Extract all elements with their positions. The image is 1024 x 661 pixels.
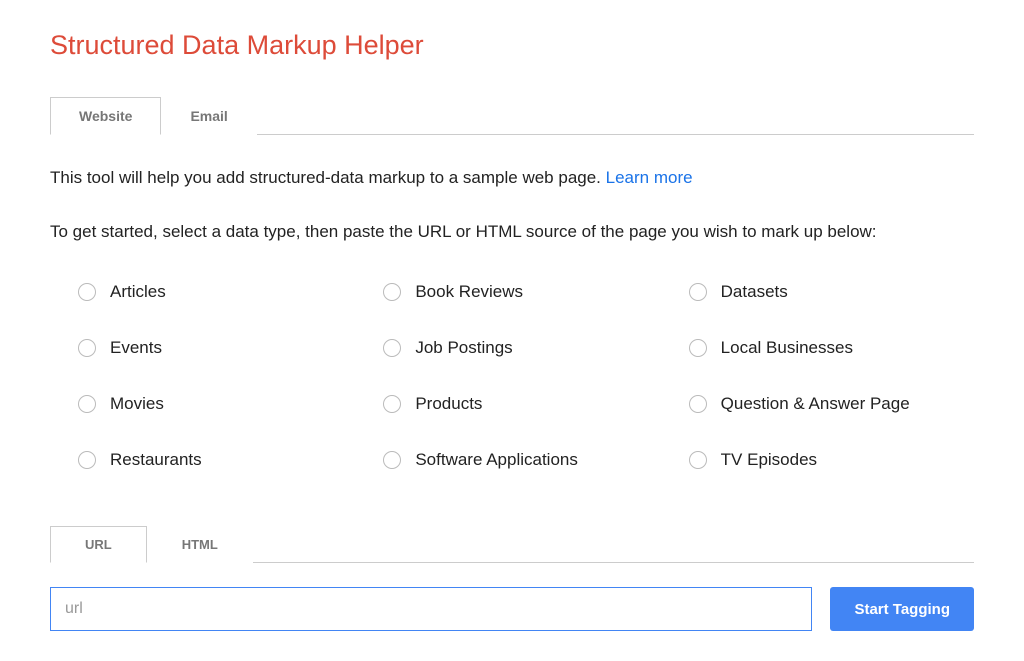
radio-icon	[383, 283, 401, 301]
radio-icon	[78, 395, 96, 413]
learn-more-link[interactable]: Learn more	[606, 168, 693, 187]
tab-website[interactable]: Website	[50, 97, 161, 135]
radio-label: Articles	[110, 282, 166, 302]
radio-software-applications[interactable]: Software Applications	[383, 450, 668, 470]
radio-events[interactable]: Events	[78, 338, 363, 358]
radio-local-businesses[interactable]: Local Businesses	[689, 338, 974, 358]
radio-label: Book Reviews	[415, 282, 523, 302]
radio-datasets[interactable]: Datasets	[689, 282, 974, 302]
radio-icon	[78, 451, 96, 469]
tab-email[interactable]: Email	[161, 97, 256, 135]
radio-label: Local Businesses	[721, 338, 853, 358]
radio-label: Movies	[110, 394, 164, 414]
radio-icon	[383, 395, 401, 413]
radio-icon	[78, 339, 96, 357]
radio-job-postings[interactable]: Job Postings	[383, 338, 668, 358]
radio-icon	[689, 339, 707, 357]
radio-label: Products	[415, 394, 482, 414]
input-mode-tabs: URL HTML	[50, 525, 974, 563]
radio-icon	[689, 283, 707, 301]
input-row: Start Tagging	[50, 587, 974, 631]
radio-movies[interactable]: Movies	[78, 394, 363, 414]
url-input[interactable]	[50, 587, 812, 631]
page-title: Structured Data Markup Helper	[50, 30, 974, 61]
tab-html[interactable]: HTML	[147, 526, 253, 563]
radio-label: Software Applications	[415, 450, 578, 470]
radio-label: Restaurants	[110, 450, 202, 470]
tab-url[interactable]: URL	[50, 526, 147, 563]
radio-label: Job Postings	[415, 338, 512, 358]
radio-label: TV Episodes	[721, 450, 817, 470]
radio-icon	[78, 283, 96, 301]
radio-restaurants[interactable]: Restaurants	[78, 450, 363, 470]
radio-label: Events	[110, 338, 162, 358]
start-tagging-button[interactable]: Start Tagging	[830, 587, 974, 631]
intro-text: This tool will help you add structured-d…	[50, 165, 974, 191]
radio-products[interactable]: Products	[383, 394, 668, 414]
radio-label: Question & Answer Page	[721, 394, 910, 414]
radio-book-reviews[interactable]: Book Reviews	[383, 282, 668, 302]
radio-qa-page[interactable]: Question & Answer Page	[689, 394, 974, 414]
radio-tv-episodes[interactable]: TV Episodes	[689, 450, 974, 470]
radio-icon	[689, 451, 707, 469]
radio-icon	[383, 339, 401, 357]
top-tabs: Website Email	[50, 96, 974, 135]
radio-icon	[383, 451, 401, 469]
radio-icon	[689, 395, 707, 413]
instructions-text: To get started, select a data type, then…	[50, 219, 974, 245]
radio-articles[interactable]: Articles	[78, 282, 363, 302]
intro-body: This tool will help you add structured-d…	[50, 168, 606, 187]
radio-label: Datasets	[721, 282, 788, 302]
data-type-grid: Articles Book Reviews Datasets Events Jo…	[50, 282, 974, 470]
